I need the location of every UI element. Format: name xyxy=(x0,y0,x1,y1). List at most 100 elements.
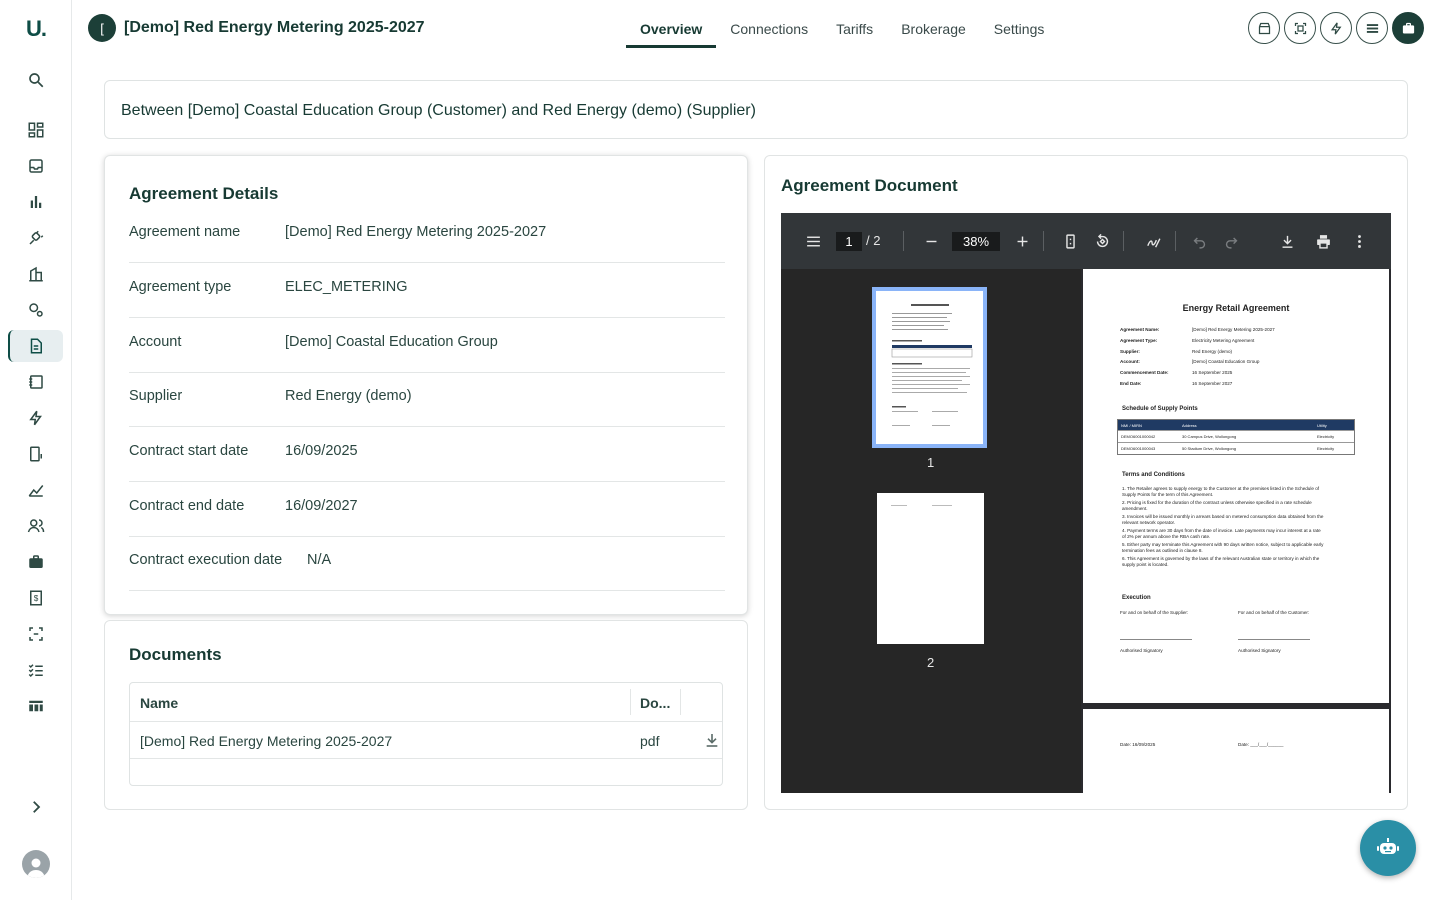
agreement-details-card: Agreement Details Agreement name [Demo] … xyxy=(104,155,748,615)
fit-page-icon[interactable] xyxy=(1060,231,1080,251)
toolbar-divider xyxy=(1123,231,1124,251)
terms-line: termination fees as outlined in clause 8… xyxy=(1122,548,1203,553)
detail-row: Agreement type ELEC_METERING xyxy=(129,263,725,318)
schedule-header-row: NMI / MIRN Address Utility xyxy=(1118,420,1354,430)
thumbnail-sidebar: 1 2 xyxy=(781,269,1081,793)
scan-icon[interactable] xyxy=(24,622,48,646)
checklist-icon[interactable] xyxy=(24,658,48,682)
documents-title: Documents xyxy=(129,645,222,664)
inbox-icon[interactable] xyxy=(24,154,48,178)
app-logo[interactable]: U. xyxy=(26,16,47,42)
pdf-page-1: Energy Retail Agreement Agreement Name: … xyxy=(1083,269,1389,703)
grid-table-icon[interactable] xyxy=(24,694,48,718)
page-thumbnail-2[interactable] xyxy=(877,493,984,644)
agreement-document-title: Agreement Document xyxy=(781,176,958,195)
lightning-icon[interactable] xyxy=(24,406,48,430)
toolbar-divider xyxy=(1043,231,1044,251)
storefront-button[interactable] xyxy=(1248,12,1280,44)
zoom-input[interactable]: 38% xyxy=(952,232,1000,251)
bar-chart-icon[interactable] xyxy=(24,190,48,214)
table-row[interactable]: [Demo] Red Energy Metering 2025-2027 pdf xyxy=(130,722,722,759)
detail-row: Supplier Red Energy (demo) xyxy=(129,372,725,427)
supplier-sign-label: For and on behalf of the Supplier: xyxy=(1120,610,1189,615)
schedule-col: NMI / MIRN xyxy=(1121,423,1142,428)
pdf-toolbar: 1 / 2 38% xyxy=(781,213,1391,269)
column-header-doc[interactable]: Do... xyxy=(640,695,670,711)
terms-line: supply point is located. xyxy=(1122,562,1169,567)
briefcase-button[interactable] xyxy=(1392,12,1424,44)
customer-sign-label: For and on behalf of the Customer: xyxy=(1238,610,1310,615)
schedule-col: Utility xyxy=(1317,423,1327,428)
page-count: / 2 xyxy=(866,233,881,248)
list-button[interactable] xyxy=(1356,12,1388,44)
documents-card: Documents Name Do... [Demo] Red Energy M… xyxy=(104,620,748,810)
date-label: Date: ___/___/______ xyxy=(1238,742,1284,747)
page-number-input[interactable]: 1 xyxy=(836,232,862,251)
documents-table: Name Do... [Demo] Red Energy Metering 20… xyxy=(129,682,723,786)
agreement-badge: [ xyxy=(88,14,116,42)
terms-heading: Terms and Conditions xyxy=(1122,472,1185,478)
lightning-button[interactable] xyxy=(1320,12,1352,44)
doc-field-label: Supplier: xyxy=(1120,349,1140,354)
plug-icon[interactable] xyxy=(24,226,48,250)
undo-icon[interactable] xyxy=(1189,231,1209,251)
download-icon[interactable] xyxy=(1277,231,1297,251)
location-icon[interactable] xyxy=(24,298,48,322)
column-divider[interactable] xyxy=(630,689,631,715)
briefcase-icon[interactable] xyxy=(24,550,48,574)
users-icon[interactable] xyxy=(24,514,48,538)
billing-icon[interactable] xyxy=(24,442,48,466)
column-header-name[interactable]: Name xyxy=(140,695,178,711)
tab-brokerage[interactable]: Brokerage xyxy=(887,0,980,48)
menu-icon[interactable] xyxy=(803,231,823,251)
page-thumbnail-1[interactable] xyxy=(872,287,987,448)
terms-line: 2. Pricing is fixed for the duration of … xyxy=(1122,500,1312,505)
redo-icon[interactable] xyxy=(1221,231,1241,251)
detail-value: Red Energy (demo) xyxy=(285,388,412,404)
detail-value: ELEC_METERING xyxy=(285,279,408,295)
detail-row: Contract execution date N/A xyxy=(129,536,725,591)
more-options-icon[interactable] xyxy=(1349,231,1369,251)
building-icon[interactable] xyxy=(24,262,48,286)
zoom-in-icon[interactable] xyxy=(1012,231,1032,251)
detail-label: Supplier xyxy=(129,388,183,404)
dashboard-icon[interactable] xyxy=(24,118,48,142)
detail-label: Agreement name xyxy=(129,224,241,240)
tab-connections[interactable]: Connections xyxy=(716,0,822,48)
ledger-icon[interactable] xyxy=(24,370,48,394)
tab-bar: Overview Connections Tariffs Brokerage S… xyxy=(626,0,1058,48)
detail-value: 16/09/2027 xyxy=(285,498,358,514)
download-icon[interactable] xyxy=(704,732,720,748)
invoice-dollar-icon[interactable]: $ xyxy=(24,586,48,610)
detail-label: Agreement type xyxy=(129,279,232,295)
print-icon[interactable] xyxy=(1313,231,1333,251)
scan-frame-button[interactable] xyxy=(1284,12,1316,44)
assistant-bot-button[interactable] xyxy=(1360,820,1416,876)
tab-settings[interactable]: Settings xyxy=(980,0,1059,48)
toolbar-divider xyxy=(1175,231,1176,251)
column-divider[interactable] xyxy=(680,689,681,715)
agreement-document-card: Agreement Document 1 / 2 38% 1 2 Energy … xyxy=(764,155,1408,810)
detail-row: Contract end date 16/09/2027 xyxy=(129,482,725,537)
pdf-page-2: Date: 16/09/2025 Date: ___/___/______ xyxy=(1083,709,1389,793)
document-name[interactable]: [Demo] Red Energy Metering 2025-2027 xyxy=(140,733,392,749)
schedule-cell: 30 Campus Drive, Wollongong xyxy=(1182,434,1237,439)
agreement-document-icon[interactable] xyxy=(24,334,48,358)
analytics-icon[interactable] xyxy=(24,478,48,502)
search-icon[interactable] xyxy=(24,68,48,92)
rotate-icon[interactable] xyxy=(1092,231,1112,251)
detail-value: N/A xyxy=(307,552,332,568)
detail-value: [Demo] Red Energy Metering 2025-2027 xyxy=(285,224,547,240)
zoom-out-icon[interactable] xyxy=(921,231,941,251)
terms-line: 6. This Agreement is governed by the law… xyxy=(1122,556,1320,561)
doc-field-value: 16 September 2025 xyxy=(1192,370,1233,375)
tab-tariffs[interactable]: Tariffs xyxy=(822,0,887,48)
chevron-right-icon[interactable] xyxy=(24,795,48,819)
user-avatar[interactable] xyxy=(22,850,50,878)
document-type: pdf xyxy=(640,733,660,749)
schedule-cell: DEMO6001000042 xyxy=(1121,434,1156,439)
agreement-parties-banner: Between [Demo] Coastal Education Group (… xyxy=(104,80,1408,139)
tab-overview[interactable]: Overview xyxy=(626,0,717,48)
annotate-pen-icon[interactable] xyxy=(1143,231,1163,251)
schedule-heading: Schedule of Supply Points xyxy=(1122,406,1198,412)
